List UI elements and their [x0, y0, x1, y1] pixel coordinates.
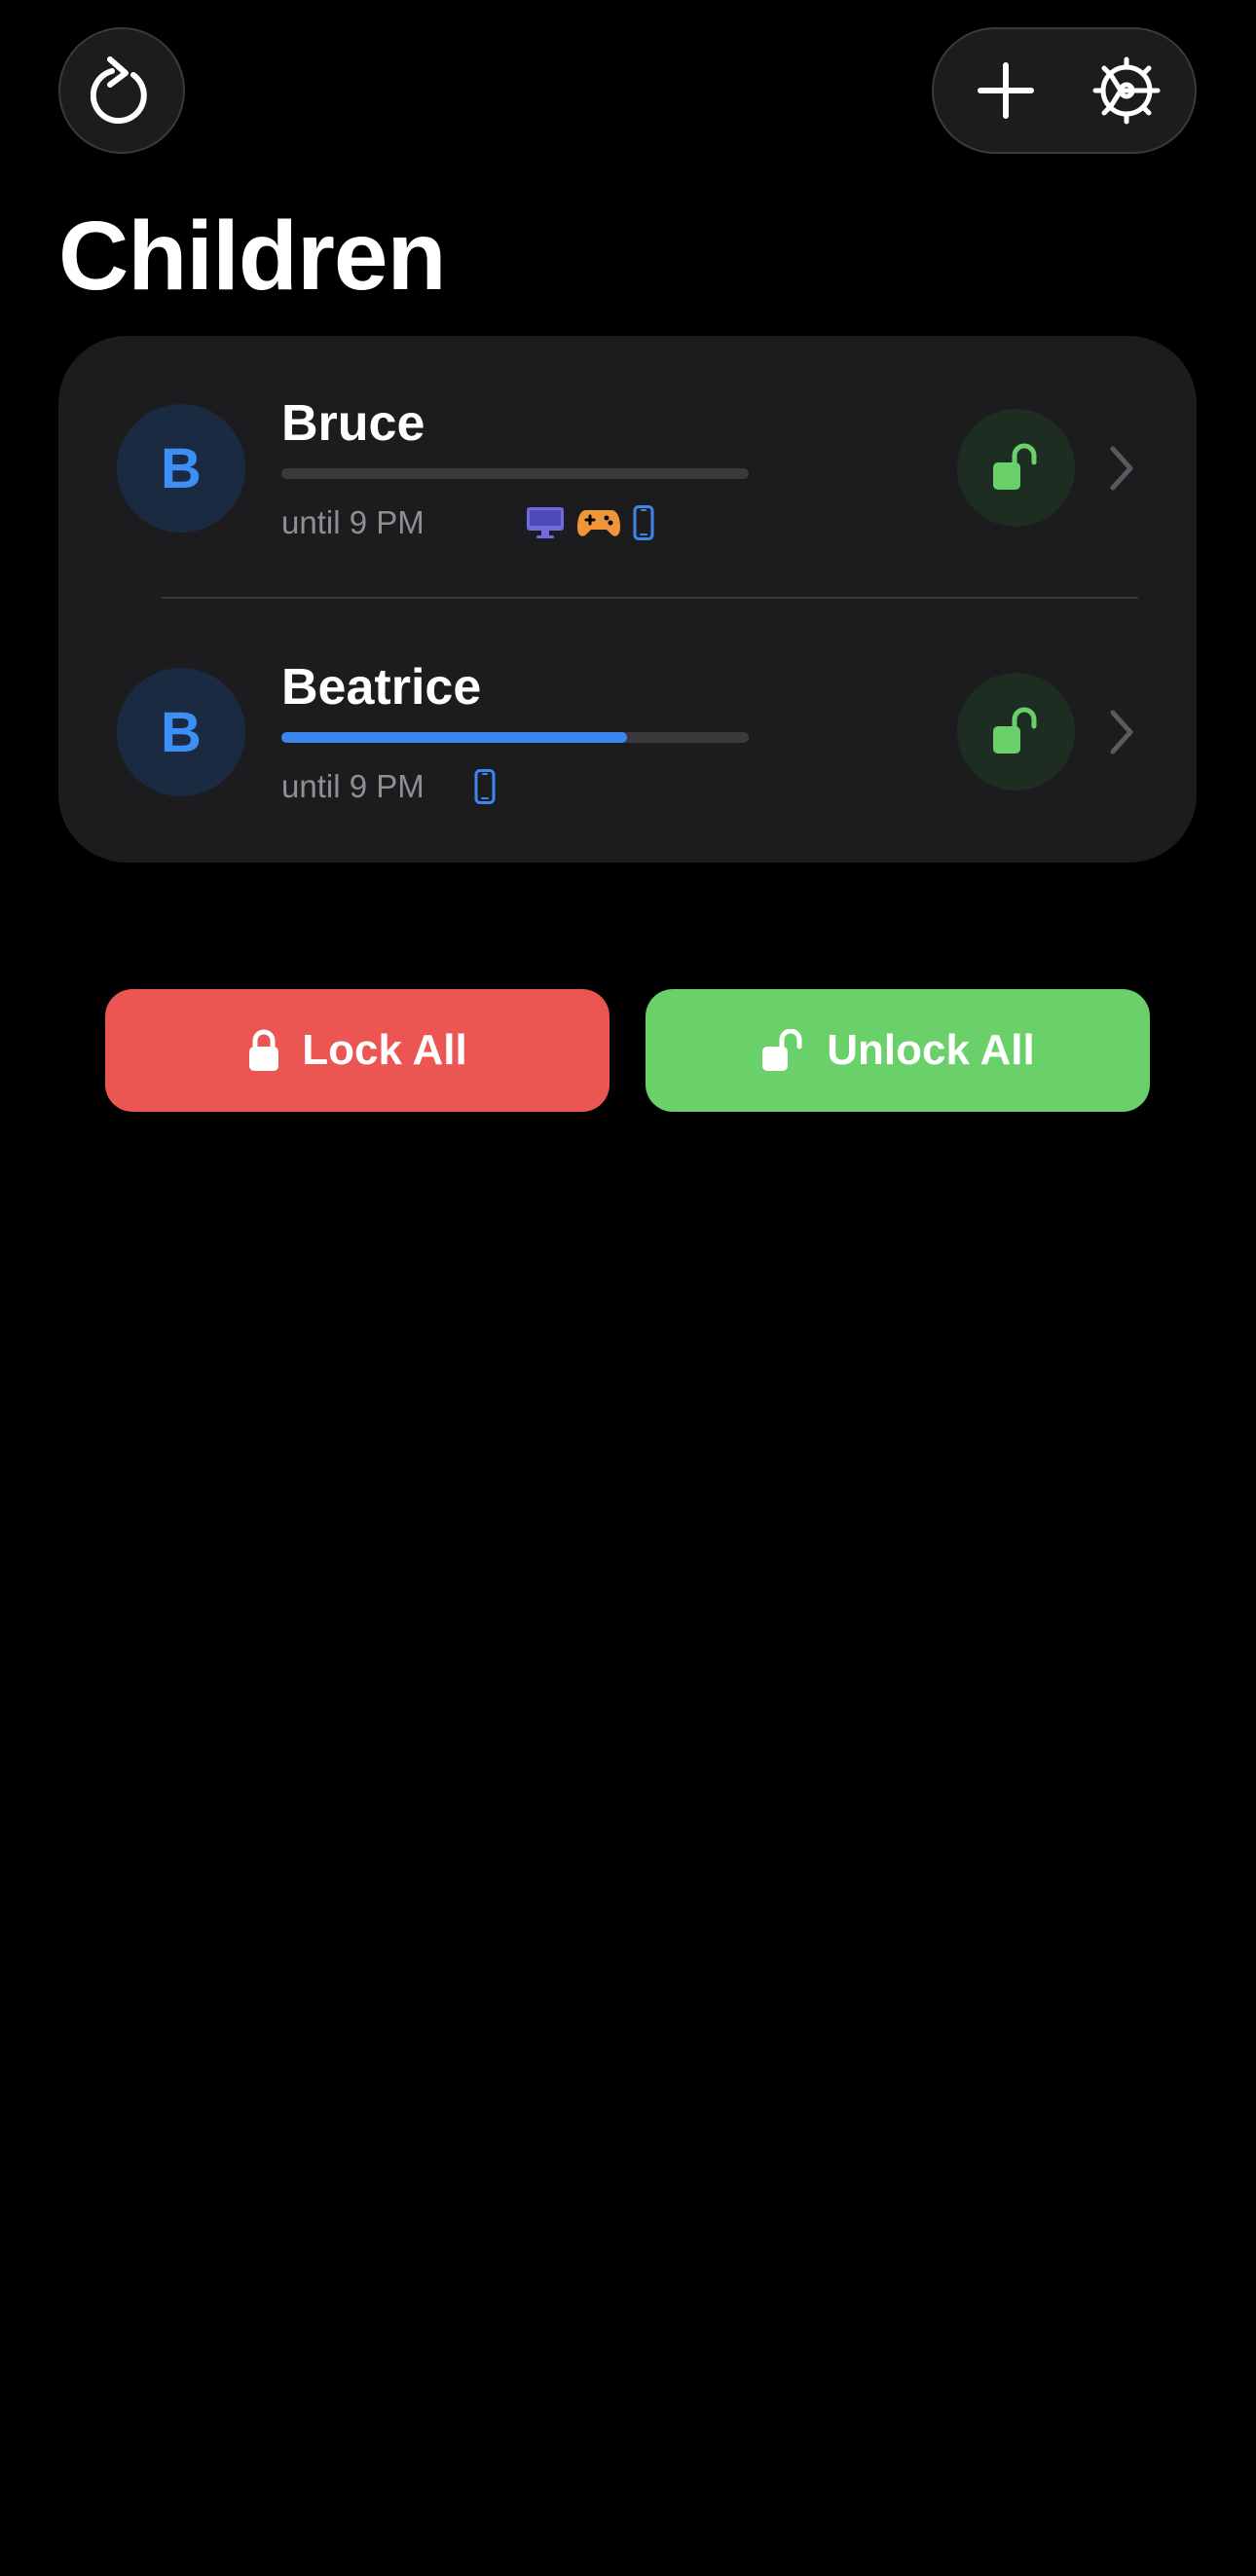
limit-time-label: until 9 PM — [281, 768, 425, 804]
chevron-right-icon — [1110, 446, 1133, 491]
page-title: Children — [58, 202, 447, 311]
avatar: B — [117, 404, 245, 533]
lock-toggle-button[interactable] — [957, 673, 1075, 791]
unlock-all-label: Unlock All — [827, 1026, 1035, 1074]
limit-time-label: until 9 PM — [281, 504, 425, 540]
settings-button[interactable] — [1066, 29, 1187, 152]
refresh-button[interactable] — [58, 27, 185, 154]
lock-all-label: Lock All — [302, 1026, 467, 1074]
unlocked-icon — [992, 443, 1036, 490]
usage-progress-bar — [281, 732, 749, 743]
gear-icon — [1092, 56, 1161, 125]
gamepad-icon — [577, 510, 620, 536]
chevron-right-icon — [1110, 710, 1133, 754]
child-row-beatrice[interactable]: B Beatrice until 9 PM — [58, 600, 1197, 863]
child-name: Beatrice — [281, 659, 482, 716]
usage-progress-bar — [281, 468, 749, 479]
device-icons — [474, 767, 496, 806]
lock-icon — [249, 1029, 279, 1071]
children-list: B Bruce until 9 PM B Beatrice until 9 PM — [58, 336, 1197, 863]
child-row-bruce[interactable]: B Bruce until 9 PM — [58, 336, 1197, 599]
phone-icon — [474, 769, 496, 804]
header-actions — [932, 27, 1197, 154]
device-icons — [526, 503, 654, 542]
plus-icon — [978, 62, 1034, 119]
lock-toggle-button[interactable] — [957, 409, 1075, 527]
add-child-button[interactable] — [945, 29, 1066, 152]
row-divider — [162, 597, 1138, 599]
refresh-icon — [91, 56, 147, 125]
unlock-all-button[interactable]: Unlock All — [646, 989, 1150, 1112]
avatar: B — [117, 668, 245, 796]
child-name: Bruce — [281, 395, 425, 452]
computer-icon — [527, 507, 564, 538]
phone-icon — [633, 505, 654, 540]
usage-progress-fill — [281, 732, 628, 743]
unlocked-icon — [762, 1029, 802, 1071]
lock-all-button[interactable]: Lock All — [105, 989, 610, 1112]
unlocked-icon — [992, 707, 1036, 754]
